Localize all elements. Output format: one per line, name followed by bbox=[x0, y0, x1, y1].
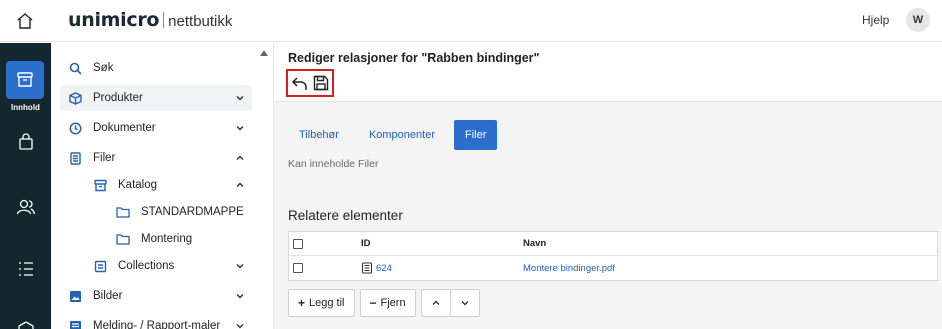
nav-label: Collections bbox=[118, 260, 175, 272]
archive-icon bbox=[93, 178, 107, 192]
plus-icon: + bbox=[298, 296, 306, 310]
users-icon bbox=[16, 199, 35, 215]
tab-components[interactable]: Komponenter bbox=[358, 120, 446, 150]
nav-label: Filer bbox=[93, 152, 116, 164]
remove-button-label: Fjern bbox=[380, 297, 406, 309]
nav-label: Produkter bbox=[93, 92, 143, 104]
chevron-down-icon[interactable] bbox=[234, 92, 246, 104]
brand-product: nettbutikk bbox=[168, 13, 233, 30]
move-down-button[interactable] bbox=[449, 289, 480, 317]
content-nav: Søk Produkter Dokumenter Filer Katalog S… bbox=[51, 43, 274, 329]
chevron-up-icon bbox=[432, 300, 440, 305]
nav-item-documents[interactable]: Dokumenter bbox=[68, 115, 252, 141]
nav-label: Bilder bbox=[93, 290, 123, 302]
row-name-link[interactable]: Montere bindinger.pdf bbox=[523, 263, 615, 274]
nav-item-products[interactable]: Produkter bbox=[60, 85, 252, 111]
file-list-icon bbox=[68, 151, 82, 165]
minus-icon: − bbox=[369, 296, 377, 310]
rail-item-settings[interactable] bbox=[0, 321, 51, 329]
table-header: ID Navn bbox=[289, 232, 937, 256]
page-title: Rediger relasjoner for "Rabben bindinger… bbox=[288, 51, 540, 65]
collection-icon bbox=[93, 259, 107, 273]
rail-item-shop[interactable] bbox=[0, 133, 51, 151]
remove-button[interactable]: − Fjern bbox=[359, 289, 416, 317]
shopping-bag-icon bbox=[18, 133, 33, 150]
chevron-down-icon[interactable] bbox=[234, 320, 246, 329]
clock-icon bbox=[68, 121, 82, 135]
template-icon bbox=[68, 319, 82, 329]
brand-divider bbox=[163, 12, 165, 28]
chevron-up-icon[interactable] bbox=[234, 152, 246, 164]
related-table: ID Navn 624 Montere bindinger.pdf bbox=[288, 231, 938, 281]
table-row[interactable]: 624 Montere bindinger.pdf bbox=[289, 256, 937, 280]
page-header: Rediger relasjoner for "Rabben bindinger… bbox=[274, 43, 942, 102]
nav-item-collections[interactable]: Collections bbox=[93, 253, 252, 279]
nav-label: Søk bbox=[93, 62, 114, 74]
nav-label: Melding- / Rapport-maler bbox=[93, 320, 221, 329]
nav-item-files[interactable]: Filer bbox=[68, 145, 252, 171]
tab-accessories[interactable]: Tilbehør bbox=[288, 120, 350, 150]
nav-label: Katalog bbox=[118, 179, 158, 191]
rail-active-label: Innhold bbox=[11, 103, 40, 112]
list-icon bbox=[18, 262, 33, 276]
home-button[interactable] bbox=[0, 0, 50, 42]
nav-item-catalog[interactable]: Katalog bbox=[93, 172, 252, 198]
nav-label: STANDARDMAPPE bbox=[141, 206, 244, 218]
nav-item-templates[interactable]: Melding- / Rapport-maler bbox=[68, 313, 252, 329]
tab-hint: Kan inneholde Filer bbox=[288, 158, 379, 170]
brand-logo[interactable]: unimicro nettbutikk bbox=[68, 9, 232, 31]
app-rail: Innhold bbox=[0, 43, 51, 329]
help-link[interactable]: Hjelp bbox=[862, 13, 889, 27]
nav-item-images[interactable]: Bilder bbox=[68, 283, 252, 309]
folder-icon bbox=[116, 205, 130, 219]
brand-name: unimicro bbox=[68, 9, 160, 31]
chevron-down-icon[interactable] bbox=[234, 260, 246, 272]
home-icon bbox=[17, 13, 33, 29]
rail-item-content[interactable] bbox=[6, 61, 44, 99]
toolbar-highlight bbox=[286, 69, 334, 97]
save-button[interactable] bbox=[312, 74, 330, 92]
select-all-checkbox[interactable] bbox=[293, 238, 303, 249]
top-bar: unimicro nettbutikk Hjelp W bbox=[0, 0, 942, 42]
nav-item-standardmappe[interactable]: STANDARDMAPPE bbox=[116, 199, 252, 225]
section-title: Relatere elementer bbox=[288, 208, 403, 223]
cube-icon bbox=[68, 91, 82, 105]
tab-files[interactable]: Filer bbox=[453, 120, 498, 150]
row-id-link[interactable]: 624 bbox=[376, 263, 392, 274]
chevron-down-icon[interactable] bbox=[234, 122, 246, 134]
chevron-up-icon[interactable] bbox=[234, 179, 246, 191]
archive-box-icon bbox=[17, 72, 33, 87]
rail-item-users[interactable] bbox=[0, 198, 51, 216]
relation-tabs: Tilbehør Komponenter Filer bbox=[288, 120, 498, 150]
file-list-icon bbox=[361, 262, 373, 274]
undo-button[interactable] bbox=[290, 74, 308, 92]
chevron-down-icon bbox=[461, 301, 469, 306]
rail-item-lists[interactable] bbox=[0, 260, 51, 278]
save-icon bbox=[313, 75, 329, 91]
chevron-down-icon[interactable] bbox=[234, 290, 246, 302]
nav-label: Montering bbox=[141, 233, 193, 245]
scroll-up-arrow[interactable] bbox=[260, 50, 268, 56]
move-up-button[interactable] bbox=[420, 289, 451, 317]
column-header-id[interactable]: ID bbox=[361, 238, 523, 249]
main-content: Rediger relasjoner for "Rabben bindinger… bbox=[274, 43, 942, 329]
folder-icon bbox=[116, 232, 130, 246]
row-checkbox[interactable] bbox=[293, 263, 303, 273]
search-icon bbox=[68, 61, 82, 75]
image-icon bbox=[68, 289, 82, 303]
undo-icon bbox=[291, 76, 307, 90]
add-button[interactable]: + Legg til bbox=[288, 289, 355, 317]
hexagon-icon bbox=[17, 321, 34, 329]
user-avatar[interactable]: W bbox=[906, 8, 930, 32]
table-actions: + Legg til − Fjern bbox=[288, 289, 480, 317]
nav-item-montering[interactable]: Montering bbox=[116, 226, 252, 252]
nav-item-search[interactable]: Søk bbox=[68, 55, 248, 81]
column-header-name[interactable]: Navn bbox=[523, 238, 937, 249]
nav-label: Dokumenter bbox=[93, 122, 156, 134]
add-button-label: Legg til bbox=[309, 297, 345, 309]
